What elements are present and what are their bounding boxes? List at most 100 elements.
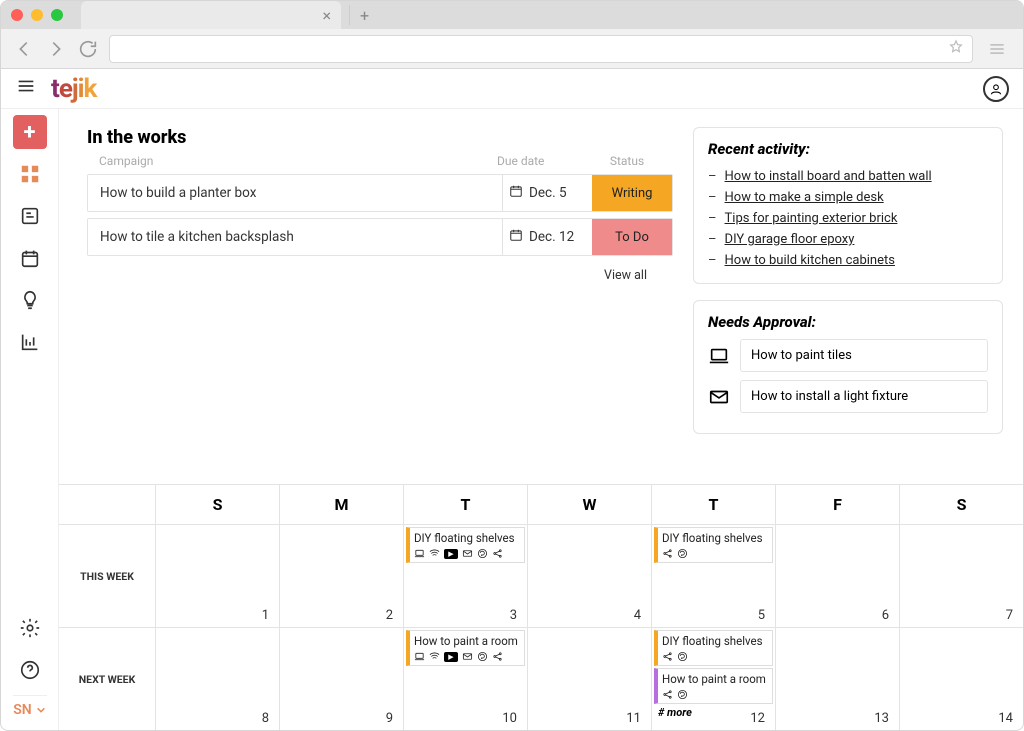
day-cell[interactable]: 9	[279, 628, 403, 730]
window-controls	[11, 9, 63, 21]
day-cell[interactable]: 1	[155, 525, 279, 627]
event-title: How to paint a room	[414, 634, 520, 648]
day-cell[interactable]: 2	[279, 525, 403, 627]
event-icons	[662, 689, 768, 700]
pinterest-icon	[477, 548, 488, 559]
list-item: –How to install board and batten wall	[708, 166, 988, 187]
day-number: 12	[750, 711, 765, 726]
approval-row: How to paint tiles	[708, 339, 988, 372]
laptop-icon	[708, 345, 730, 367]
content-nav[interactable]	[13, 199, 47, 233]
in-the-works-panel: In the works Campaign Due date Status Ho…	[87, 127, 673, 434]
calendar-nav[interactable]	[13, 241, 47, 275]
due-date-cell: Dec. 12	[502, 219, 592, 255]
close-window-button[interactable]	[11, 9, 23, 21]
approval-item[interactable]: How to paint tiles	[740, 339, 988, 372]
day-cell[interactable]: 14	[899, 628, 1023, 730]
share-icon	[662, 548, 673, 559]
view-all-link[interactable]: View all	[87, 262, 673, 283]
recent-activity-link[interactable]: Tips for painting exterior brick	[725, 211, 898, 226]
approval-item[interactable]: How to install a light fixture	[740, 380, 988, 413]
tab-close-icon[interactable]: ×	[322, 6, 331, 25]
menu-button[interactable]	[15, 75, 37, 103]
forward-button[interactable]	[45, 38, 67, 60]
day-cell[interactable]: 6	[775, 525, 899, 627]
dash-icon: –	[708, 211, 717, 226]
top-panels: In the works Campaign Due date Status Ho…	[59, 109, 1023, 444]
minimize-window-button[interactable]	[31, 9, 43, 21]
dash-icon: –	[708, 253, 717, 268]
profile-button[interactable]	[983, 76, 1009, 102]
pinterest-icon	[477, 651, 488, 662]
app-body: +	[1, 109, 1023, 730]
event-title: DIY floating shelves	[414, 531, 520, 545]
due-date-text: Dec. 12	[529, 229, 574, 245]
calendar-event[interactable]: DIY floating shelves ▶	[406, 527, 525, 563]
analytics-nav[interactable]	[13, 325, 47, 359]
event-title: DIY floating shelves	[662, 531, 768, 545]
day-header: M	[279, 485, 403, 524]
calendar-event[interactable]: DIY floating shelves	[654, 527, 773, 563]
needs-approval-card: Needs Approval: How to paint tiles How t…	[693, 300, 1003, 434]
event-icons	[662, 651, 768, 662]
day-number: 3	[510, 608, 517, 623]
browser-tab[interactable]: ×	[81, 1, 341, 29]
list-item: –Tips for painting exterior brick	[708, 208, 988, 229]
right-panel: Recent activity: –How to install board a…	[693, 127, 1003, 434]
logo-letter: k	[84, 74, 97, 104]
approval-row: How to install a light fixture	[708, 380, 988, 413]
day-cell[interactable]: 7	[899, 525, 1023, 627]
day-number: 8	[262, 711, 269, 726]
recent-activity-link[interactable]: How to build kitchen cabinets	[725, 253, 895, 268]
youtube-icon: ▶	[444, 652, 458, 662]
share-icon	[492, 651, 503, 662]
mail-icon	[708, 386, 730, 408]
table-row[interactable]: How to build a planter box Dec. 5 Writin…	[87, 174, 673, 212]
day-cell[interactable]: DIY floating shelves How to paint a room…	[651, 628, 775, 730]
back-button[interactable]	[13, 38, 35, 60]
list-item: –How to build kitchen cabinets	[708, 250, 988, 271]
user-switcher[interactable]: SN	[13, 695, 47, 724]
status-badge: To Do	[592, 219, 672, 255]
browser-menu-button[interactable]	[983, 35, 1011, 63]
table-row[interactable]: How to tile a kitchen backsplash Dec. 12…	[87, 218, 673, 256]
app-root: tejik +	[1, 69, 1023, 730]
reload-button[interactable]	[77, 38, 99, 60]
maximize-window-button[interactable]	[51, 9, 63, 21]
logo-letter: e	[59, 74, 72, 104]
url-input[interactable]	[109, 35, 973, 63]
browser-tab-strip: × +	[1, 1, 1023, 29]
browser-window: × + tejik +	[0, 0, 1024, 731]
day-cell[interactable]: DIY floating shelves ▶ 3	[403, 525, 527, 627]
day-cell[interactable]: DIY floating shelves 5	[651, 525, 775, 627]
day-cell[interactable]: 11	[527, 628, 651, 730]
dashboard-nav[interactable]	[13, 157, 47, 191]
day-cell[interactable]: 13	[775, 628, 899, 730]
recent-activity-link[interactable]: DIY garage floor epoxy	[725, 232, 855, 247]
calendar-icon	[509, 184, 523, 202]
calendar-header-row: SMTWTFS	[59, 485, 1023, 524]
day-cell[interactable]: How to paint a room ▶ 10	[403, 628, 527, 730]
chevron-down-icon	[36, 705, 46, 715]
ideas-nav[interactable]	[13, 283, 47, 317]
day-number: 7	[1006, 608, 1013, 623]
podcast-icon	[429, 548, 440, 559]
card-title: Recent activity:	[708, 140, 988, 158]
list-item: –How to make a simple desk	[708, 187, 988, 208]
recent-activity-link[interactable]: How to install board and batten wall	[725, 169, 932, 184]
calendar-event[interactable]: DIY floating shelves	[654, 630, 773, 666]
help-nav[interactable]	[13, 653, 47, 687]
calendar-event[interactable]: How to paint a room	[654, 668, 773, 704]
day-cell[interactable]: 4	[527, 525, 651, 627]
settings-nav[interactable]	[13, 611, 47, 645]
campaign-name: How to build a planter box	[88, 175, 502, 211]
calendar-event[interactable]: How to paint a room ▶	[406, 630, 525, 666]
event-title: How to paint a room	[662, 672, 768, 686]
bookmark-star-icon[interactable]	[948, 39, 964, 59]
recent-activity-link[interactable]: How to make a simple desk	[725, 190, 884, 205]
col-campaign: Campaign	[99, 154, 497, 168]
col-due-date: Due date	[497, 154, 587, 168]
new-tab-button[interactable]: +	[349, 5, 379, 25]
add-button[interactable]: +	[13, 115, 47, 149]
day-cell[interactable]: 8	[155, 628, 279, 730]
